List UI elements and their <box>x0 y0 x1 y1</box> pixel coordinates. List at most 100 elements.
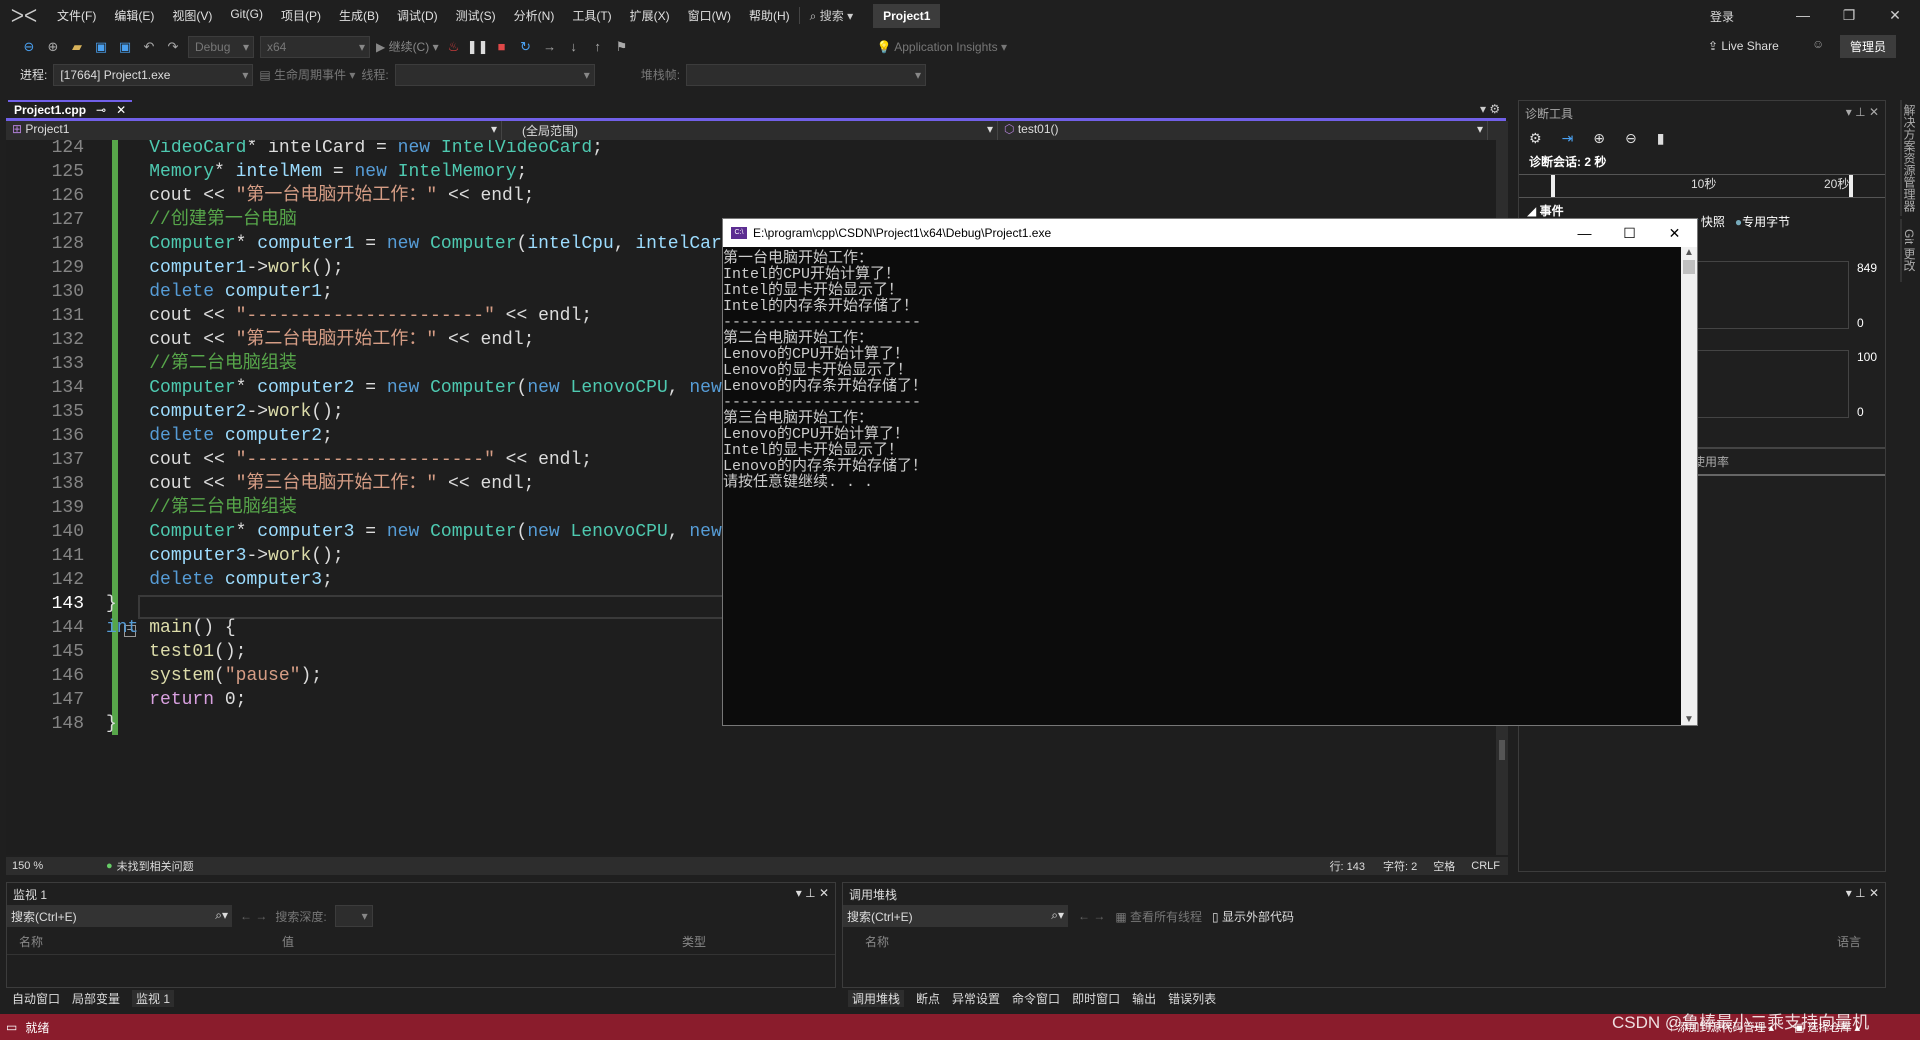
feedback-icon[interactable]: ☺ <box>1812 37 1824 51</box>
panel-controls[interactable]: ▾ ⊥ ✕ <box>1846 105 1879 122</box>
watch-controls[interactable]: ▾ ⊥ ✕ <box>796 886 829 902</box>
zoom-select[interactable]: 150 % <box>6 860 66 872</box>
panel-tab[interactable]: 命令窗口 <box>1012 990 1060 1007</box>
console-minimize-button[interactable]: — <box>1562 225 1607 241</box>
visual-studio-logo-icon: ᐳᐸ <box>10 5 38 26</box>
thread-select[interactable] <box>394 63 595 86</box>
minimize-button[interactable]: — <box>1780 0 1826 31</box>
forward-icon[interactable]: ⊕ <box>44 38 62 56</box>
function-select[interactable]: ⬡ test01() ▾ <box>998 121 1488 140</box>
panel-tab[interactable]: 输出 <box>1132 990 1156 1007</box>
close-tab-icon[interactable]: ✕ <box>116 103 126 119</box>
callstack-search-input[interactable]: 搜索(Ctrl+E) ⌕▾ <box>843 905 1068 927</box>
chart-icon[interactable]: ▮ <box>1657 130 1665 147</box>
notification-icon[interactable]: ▭ <box>6 1020 17 1034</box>
save-all-icon[interactable]: ▣ <box>116 38 134 56</box>
menu-item[interactable]: 项目(P) <box>272 7 330 24</box>
show-external-code-button[interactable]: ▯ 显示外部代码 <box>1212 908 1294 925</box>
code-token: "第一台电脑开始工作：" <box>235 186 438 206</box>
restart-icon[interactable]: ↻ <box>517 38 535 56</box>
usage-tab[interactable]: 使用率 <box>1689 447 1885 476</box>
code-token: new <box>354 162 398 182</box>
tab-project1-cpp[interactable]: Project1.cpp ⊸ ✕ <box>8 100 133 120</box>
bookmark-icon[interactable]: ⚑ <box>613 38 631 56</box>
panel-tab[interactable]: 即时窗口 <box>1072 990 1120 1007</box>
back-icon[interactable]: ⊖ <box>20 38 38 56</box>
menu-item[interactable]: Git(G) <box>221 7 272 24</box>
menu-item[interactable]: 窗口(W) <box>679 7 740 24</box>
save-icon[interactable]: ▣ <box>92 38 110 56</box>
login-button[interactable]: 登录 <box>1710 8 1734 25</box>
menu-item[interactable]: 调试(D) <box>388 7 447 24</box>
search-depth-select[interactable] <box>334 905 373 927</box>
export-icon[interactable]: ⇥ <box>1562 130 1574 147</box>
settings-icon[interactable]: ⚙ <box>1529 130 1542 147</box>
menu-item[interactable]: 文件(F) <box>48 7 105 24</box>
menu-item[interactable]: 帮助(H) <box>740 7 799 24</box>
pause-icon[interactable]: ❚❚ <box>467 38 489 56</box>
application-insights-button[interactable]: 💡 Application Insights ▾ <box>877 40 1007 54</box>
restore-button[interactable]: ❐ <box>1826 0 1872 31</box>
lifecycle-events-button[interactable]: ▤ 生命周期事件 ▾ <box>259 66 355 83</box>
whitespace-mode[interactable]: 空格 <box>1425 858 1463 874</box>
zoom-in-icon[interactable]: ⊕ <box>1593 130 1605 147</box>
line-ending[interactable]: CRLF <box>1463 860 1508 872</box>
view-all-threads-button[interactable]: ▦ 查看所有线程 <box>1115 908 1202 925</box>
code-token: IntelMemory <box>397 162 517 182</box>
step-out-icon[interactable]: ↑ <box>589 38 607 56</box>
process-select[interactable]: [17664] Project1.exe <box>53 63 254 86</box>
menu-item[interactable]: 扩展(X) <box>621 7 679 24</box>
line-number: 130 <box>51 282 84 302</box>
panel-tab[interactable]: 断点 <box>916 990 940 1007</box>
menu-item[interactable]: 视图(V) <box>163 7 221 24</box>
line-number[interactable]: 行: 143 <box>1320 858 1375 874</box>
tab-options-icon[interactable]: ▾ ⚙ <box>1480 102 1500 116</box>
undo-icon[interactable]: ↶ <box>140 38 158 56</box>
console-close-button[interactable]: ✕ <box>1652 225 1697 242</box>
hot-reload-icon[interactable]: ♨ <box>445 38 463 56</box>
issues-status[interactable]: 未找到相关问题 <box>117 858 194 874</box>
open-folder-icon[interactable]: ▰ <box>68 38 86 56</box>
panel-tab[interactable]: 自动窗口 <box>12 990 60 1007</box>
step-over-icon[interactable]: → <box>541 38 559 56</box>
panel-tab[interactable]: 异常设置 <box>952 990 1000 1007</box>
console-scrollbar[interactable]: ▲ ▼ <box>1681 247 1697 725</box>
continue-button[interactable]: ▶ 继续(C) ▾ <box>376 38 439 55</box>
console-maximize-button[interactable]: ☐ <box>1607 225 1652 242</box>
code-token: new <box>386 378 431 398</box>
panel-tab[interactable]: 错误列表 <box>1168 990 1216 1007</box>
menu-item[interactable]: 分析(N) <box>505 7 564 24</box>
panel-tab[interactable]: 监视 1 <box>132 990 175 1007</box>
zoom-out-icon[interactable]: ⊖ <box>1625 130 1637 147</box>
menu-item[interactable]: 生成(B) <box>330 7 388 24</box>
menu-item[interactable]: 工具(T) <box>563 7 620 24</box>
pin-icon[interactable]: ⊸ <box>96 103 106 119</box>
col-type: 类型 <box>682 935 707 949</box>
menu-item[interactable]: 测试(S) <box>447 7 505 24</box>
char-number[interactable]: 字符: 2 <box>1375 858 1425 874</box>
live-share-button[interactable]: ⇪ Live Share <box>1708 39 1779 53</box>
panel-tab[interactable]: 调用堆栈 <box>848 990 905 1007</box>
callstack-controls[interactable]: ▾ ⊥ ✕ <box>1846 886 1879 902</box>
panel-tab[interactable]: 局部变量 <box>72 990 120 1007</box>
step-into-icon[interactable]: ↓ <box>565 38 583 56</box>
solution-explorer-tab[interactable]: 解决方案资源管理器 <box>1900 100 1916 216</box>
console-window[interactable]: C:\ E:\program\cpp\CSDN\Project1\x64\Deb… <box>722 218 1698 726</box>
scope-select[interactable]: (全局范围) ▾ <box>502 121 998 140</box>
menu-item[interactable]: 编辑(E) <box>105 7 163 24</box>
configuration-select[interactable]: Debug <box>188 35 254 58</box>
stack-frame-select[interactable] <box>686 63 927 86</box>
project-select[interactable]: ⊞ Project1 ▾ <box>6 121 502 140</box>
watch-search-input[interactable]: 搜索(Ctrl+E) ⌕▾ <box>7 905 232 927</box>
redo-icon[interactable]: ↷ <box>164 38 182 56</box>
code-token: Computer <box>430 234 517 254</box>
close-button[interactable]: ✕ <box>1872 0 1918 31</box>
stop-icon[interactable]: ■ <box>493 38 511 56</box>
timeline-ruler[interactable]: 10秒 20秒 <box>1519 174 1885 198</box>
search-button[interactable]: ⌕ 搜索 ▾ <box>798 7 863 24</box>
git-changes-tab[interactable]: Git 更改 <box>1900 219 1916 283</box>
console-title-bar[interactable]: C:\ E:\program\cpp\CSDN\Project1\x64\Deb… <box>723 219 1697 247</box>
session-duration: 诊断会话: 2 秒 <box>1529 155 1607 169</box>
platform-select[interactable]: x64 <box>260 35 370 58</box>
